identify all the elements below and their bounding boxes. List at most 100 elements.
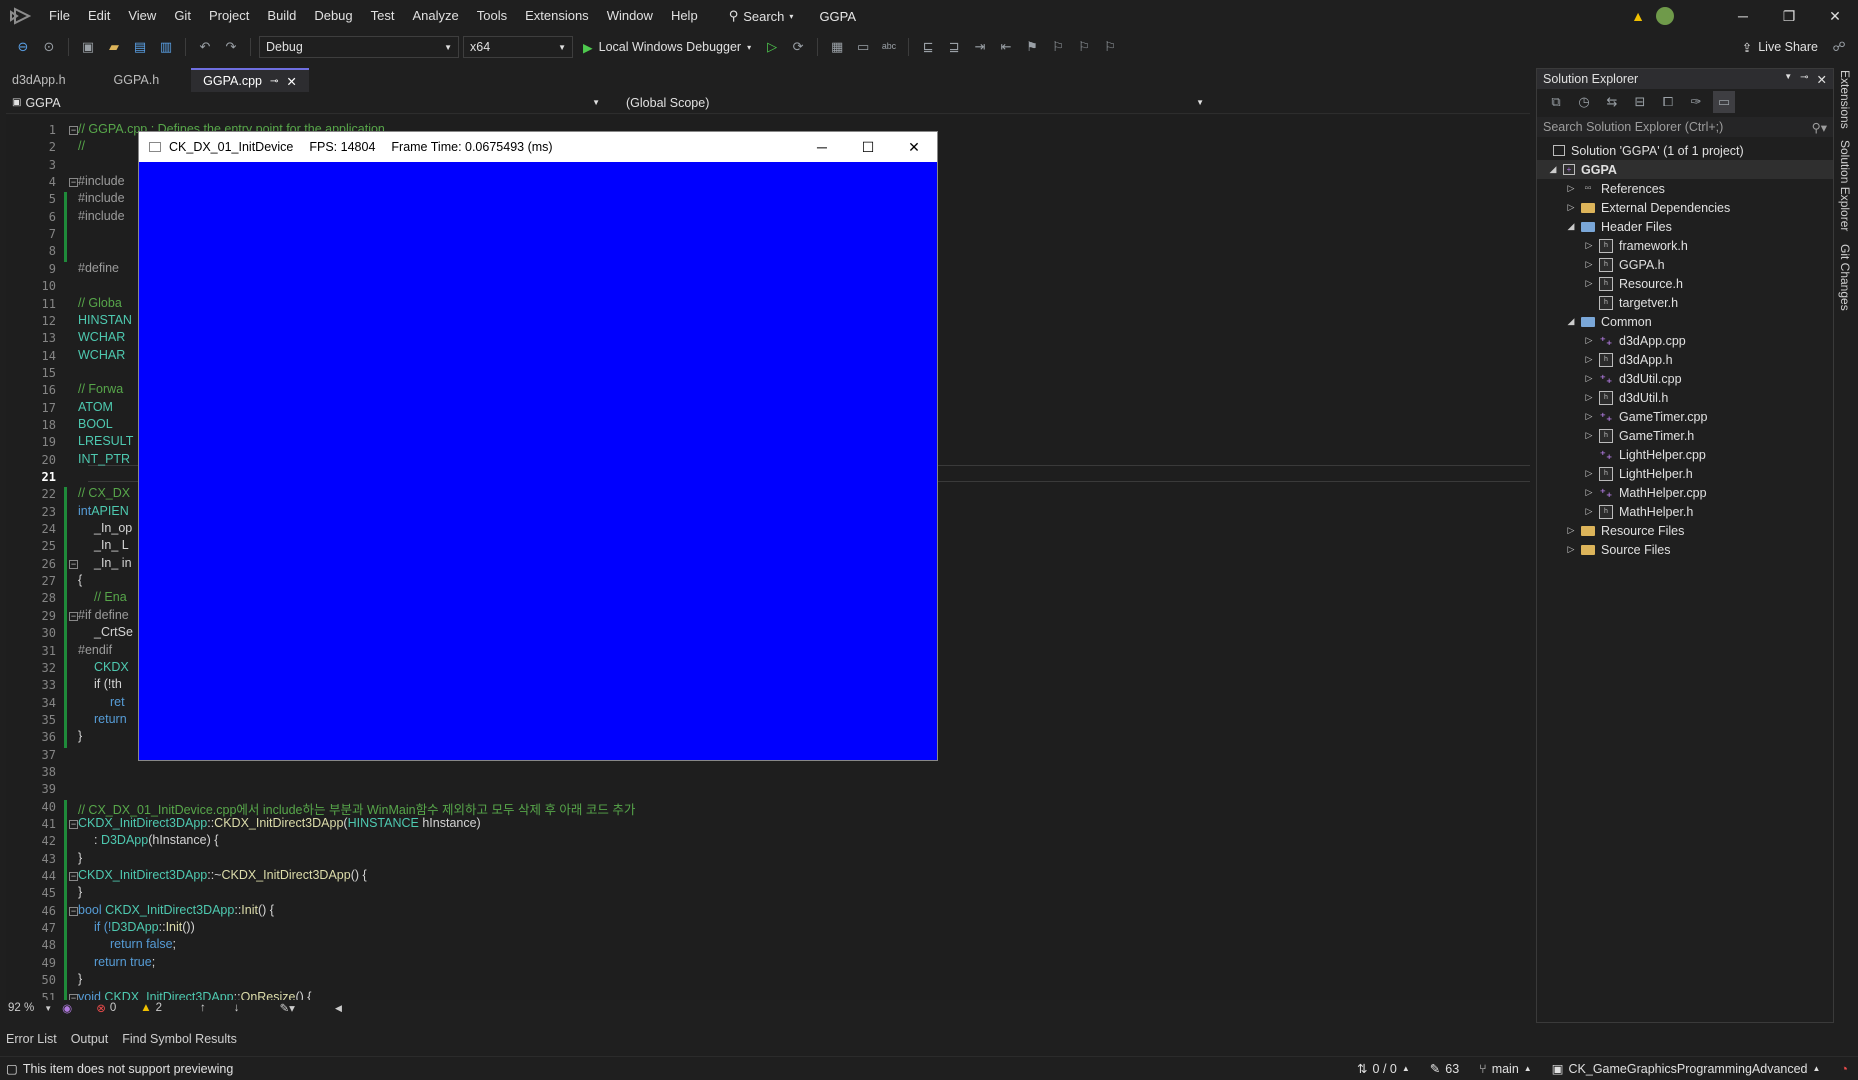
code-line[interactable]: // Globa (78, 296, 122, 310)
code-line[interactable]: } (78, 972, 82, 986)
history-icon[interactable]: ◷ (1573, 91, 1595, 113)
code-line[interactable]: return false; (110, 937, 176, 951)
tree-item[interactable]: ▷ External Dependencies (1537, 198, 1833, 217)
tree-item[interactable]: ▷ h LightHelper.h (1537, 464, 1833, 483)
code-line[interactable]: BOOL (78, 417, 113, 431)
pin-icon[interactable]: ⊸ (1800, 72, 1808, 87)
code-line[interactable]: void CKDX_InitDirect3DApp::OnResize() { (78, 990, 311, 1001)
fold-toggle-icon[interactable]: − (69, 872, 78, 882)
tab-error-list[interactable]: Error List (0, 1032, 63, 1046)
code-line[interactable]: } (78, 885, 82, 899)
warning-count[interactable]: ▲ 2 (140, 1002, 162, 1014)
close-icon[interactable]: ✕ (1817, 72, 1827, 87)
chevron-down-icon[interactable]: ◢ (1565, 316, 1577, 327)
chevron-right-icon[interactable]: ▷ (1565, 525, 1577, 536)
tree-item[interactable]: ▷ h GameTimer.h (1537, 426, 1833, 445)
tree-item[interactable]: ▷ Resource Files (1537, 521, 1833, 540)
fold-toggle-icon[interactable]: − (69, 126, 78, 135)
tree-item[interactable]: ▷ h d3dUtil.h (1537, 388, 1833, 407)
code-line[interactable]: WCHAR (78, 330, 125, 344)
project-node[interactable]: ◢ + GGPA (1537, 160, 1833, 179)
preview-selected-icon[interactable]: ▭ (1713, 91, 1735, 113)
code-line[interactable]: #include (78, 191, 125, 205)
chevron-right-icon[interactable]: ▷ (1583, 411, 1595, 422)
tree-item[interactable]: ▷ ⁺₊ d3dApp.cpp (1537, 331, 1833, 350)
tree-item[interactable]: ▷ ⁺₊ GameTimer.cpp (1537, 407, 1833, 426)
directx-app-window[interactable]: CK_DX_01_InitDevice FPS: 14804 Frame Tim… (138, 131, 938, 761)
comment-icon[interactable]: ⊑ (917, 36, 939, 58)
code-line[interactable]: CKDX (94, 660, 129, 674)
pending-changes-indicator[interactable]: ✎ 63 (1420, 1061, 1469, 1077)
code-line[interactable]: INT_PTR (78, 452, 130, 466)
directx-window-titlebar[interactable]: CK_DX_01_InitDevice FPS: 14804 Frame Tim… (139, 132, 937, 162)
repository-indicator[interactable]: ▣ CK_GameGraphicsProgrammingAdvanced ▲ (1542, 1061, 1831, 1077)
menu-view[interactable]: View (119, 0, 165, 32)
code-line[interactable]: { (78, 573, 82, 587)
tab-d3dapp-h[interactable]: d3dApp.h (0, 68, 78, 92)
menu-window[interactable]: Window (598, 0, 662, 32)
tree-item[interactable]: ◢ Common (1537, 312, 1833, 331)
branch-indicator[interactable]: ⑂ main ▲ (1469, 1062, 1542, 1076)
warning-icon[interactable]: ▲ (1626, 0, 1650, 32)
code-line[interactable]: _In_ L (94, 538, 129, 552)
start-debugging-button[interactable]: ▶ Local Windows Debugger ▾ (577, 36, 757, 58)
uncomment-icon[interactable]: ⊒ (943, 36, 965, 58)
close-icon[interactable]: ✕ (286, 74, 296, 89)
spell-check-icon[interactable]: ᵃᵇᶜ (878, 36, 900, 58)
hot-reload-icon[interactable]: ⟳ (787, 36, 809, 58)
code-line[interactable]: if (!th (94, 677, 122, 691)
minimize-button[interactable]: ─ (1720, 0, 1766, 32)
restore-button[interactable]: ❐ (1766, 0, 1812, 32)
global-scope-select[interactable]: (Global Scope) ▼ (620, 93, 1210, 113)
code-line[interactable]: #include (78, 209, 125, 223)
arrow-down-icon[interactable]: ↓ (234, 1002, 240, 1014)
code-line[interactable]: LRESULT (78, 434, 133, 448)
code-line[interactable]: #define (78, 261, 119, 275)
tree-item[interactable]: ▷ ⁺₊ MathHelper.cpp (1537, 483, 1833, 502)
code-line[interactable]: if (!D3DApp::Init()) (94, 920, 195, 934)
platform-select[interactable]: x64 ▼ (463, 36, 573, 58)
error-count[interactable]: ⊗ 0 (96, 1001, 116, 1015)
search-button[interactable]: ⚲ Search ▾ (721, 4, 802, 28)
chevron-down-icon[interactable]: ▼ (1784, 72, 1792, 87)
pin-icon[interactable]: ⊸ (270, 76, 278, 87)
tree-item[interactable]: h targetver.h (1537, 293, 1833, 312)
tree-item[interactable]: ▷ h MathHelper.h (1537, 502, 1833, 521)
properties-icon[interactable]: ✑ (1685, 91, 1707, 113)
menu-file[interactable]: File (40, 0, 79, 32)
chevron-right-icon[interactable]: ▷ (1583, 506, 1595, 517)
browse-icon[interactable]: ▦ (826, 36, 848, 58)
menu-tools[interactable]: Tools (468, 0, 516, 32)
menu-build[interactable]: Build (258, 0, 305, 32)
code-line[interactable]: CKDX_InitDirect3DApp::CKDX_InitDirect3DA… (78, 816, 481, 830)
show-all-files-icon[interactable]: ⧠ (1657, 91, 1679, 113)
avatar[interactable] (1650, 0, 1680, 32)
tree-item[interactable]: ◢ Header Files (1537, 217, 1833, 236)
chevron-right-icon[interactable]: ▷ (1583, 373, 1595, 384)
tree-item[interactable]: ▷ h GGPA.h (1537, 255, 1833, 274)
chevron-down-icon[interactable]: ◢ (1565, 221, 1577, 232)
dx-close-button[interactable]: ✕ (891, 132, 937, 162)
chevron-right-icon[interactable]: ▷ (1583, 240, 1595, 251)
indent-icon[interactable]: ⇥ (969, 36, 991, 58)
next-bookmark-icon[interactable]: ⚐ (1073, 36, 1095, 58)
arrow-up-icon[interactable]: ↑ (200, 1002, 206, 1014)
tree-item[interactable]: ▷ ▫▫ References (1537, 179, 1833, 198)
menu-debug[interactable]: Debug (305, 0, 361, 32)
zoom-level[interactable]: 92 % (8, 1002, 34, 1014)
menu-extensions[interactable]: Extensions (516, 0, 598, 32)
code-line[interactable]: #if define (78, 608, 129, 622)
tree-item[interactable]: ▷ h Resource.h (1537, 274, 1833, 293)
chevron-right-icon[interactable]: ▷ (1565, 183, 1577, 194)
code-line[interactable]: intAPIEN (78, 504, 129, 518)
git-changes-indicator[interactable]: ⇅ 0 / 0 ▲ (1347, 1061, 1420, 1077)
new-project-icon[interactable]: ▣ (77, 36, 99, 58)
fold-toggle-icon[interactable]: − (69, 559, 78, 569)
chevron-right-icon[interactable]: ▷ (1583, 392, 1595, 403)
close-button[interactable]: ✕ (1812, 0, 1858, 32)
code-line[interactable]: : D3DApp(hInstance) { (94, 833, 218, 847)
chevron-right-icon[interactable]: ▷ (1583, 430, 1595, 441)
side-tab-extensions[interactable]: Extensions (1838, 70, 1852, 129)
fold-toggle-icon[interactable]: − (69, 178, 78, 188)
save-all-icon[interactable]: ▥ (155, 36, 177, 58)
